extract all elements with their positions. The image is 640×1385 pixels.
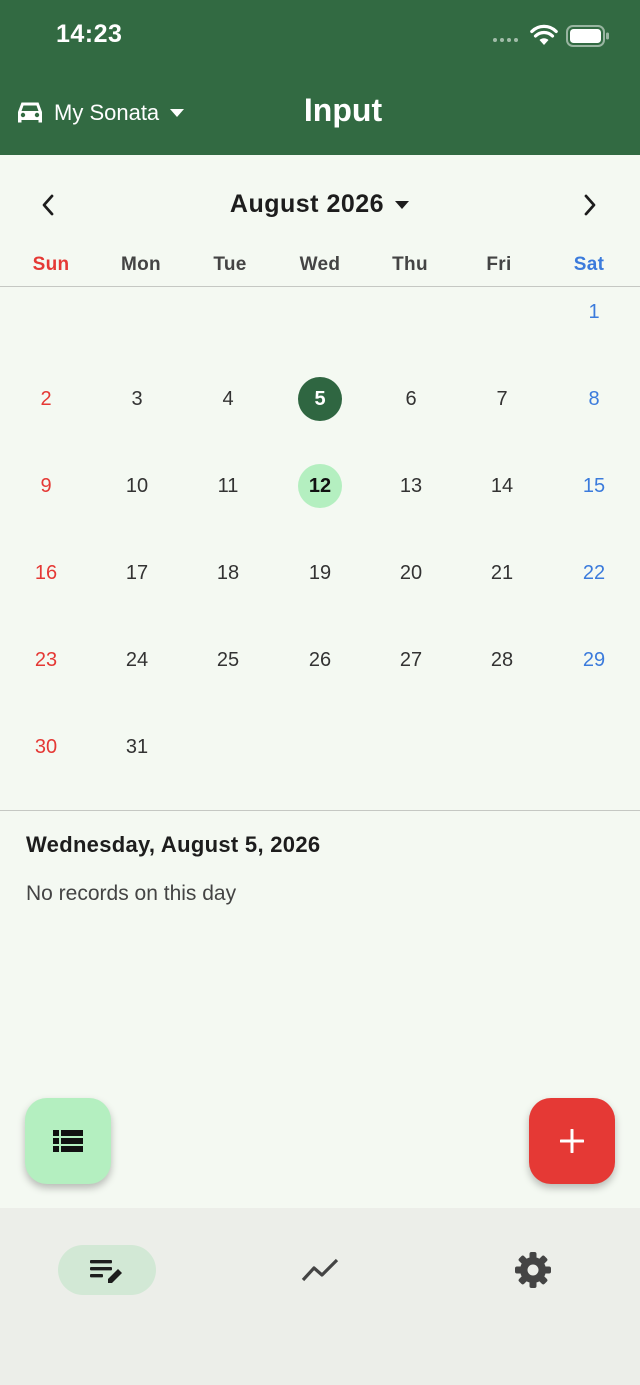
weekday-label: Fri [486, 254, 512, 275]
nav-input-tab[interactable] [58, 1245, 156, 1295]
calendar-day[interactable]: 2 [24, 377, 68, 421]
calendar-day[interactable]: 4 [206, 377, 250, 421]
month-label: August 2026 [229, 190, 385, 218]
calendar-day[interactable]: 12 [298, 464, 342, 508]
calendar-day[interactable]: 5 [298, 377, 342, 421]
status-time: 14:23 [56, 20, 123, 48]
weekday-label: Wed [299, 254, 341, 275]
calendar-day[interactable]: 9 [24, 464, 68, 508]
calendar-day[interactable]: 22 [572, 551, 616, 595]
calendar-grid: 1 2 3 4 5 6 7 8 9 10 11 12 13 14 15 16 17 18 19 20 21 22 23 24 2… [0, 287, 640, 809]
wifi-icon [530, 24, 558, 45]
chevron-right-icon [584, 194, 596, 216]
bottom-navigation [0, 1208, 640, 1385]
add-record-button[interactable] [529, 1098, 615, 1184]
weekday-label: Thu [392, 254, 428, 275]
weekday-label: Sun [32, 254, 70, 275]
calendar-day[interactable]: 18 [206, 551, 250, 595]
calendar-day[interactable]: 1 [572, 290, 616, 334]
plus-icon [560, 1129, 584, 1153]
empty-records-message: No records on this day [26, 882, 237, 905]
calendar-day[interactable]: 31 [115, 725, 159, 769]
calendar-day[interactable]: 23 [24, 638, 68, 682]
selected-date-heading: Wednesday, August 5, 2026 [26, 832, 321, 857]
calendar-day[interactable]: 8 [572, 377, 616, 421]
next-month-button[interactable] [570, 185, 610, 225]
divider [0, 810, 640, 811]
calendar-day[interactable]: 3 [115, 377, 159, 421]
calendar-day[interactable]: 26 [298, 638, 342, 682]
calendar-day[interactable]: 6 [389, 377, 433, 421]
nav-stats-tab[interactable] [271, 1245, 369, 1295]
signal-dots-icon [493, 38, 518, 42]
edit-note-icon [90, 1260, 122, 1283]
app-bar: 14:23 My Sonata Input [0, 0, 640, 155]
calendar-day[interactable]: 7 [480, 377, 524, 421]
battery-icon [566, 25, 609, 47]
calendar-day[interactable]: 27 [389, 638, 433, 682]
weekday-label: Mon [121, 254, 161, 275]
calendar-day[interactable]: 21 [480, 551, 524, 595]
calendar-day[interactable]: 15 [572, 464, 616, 508]
calendar-day[interactable]: 13 [389, 464, 433, 508]
weekday-label: Tue [213, 254, 247, 275]
records-list-button[interactable] [25, 1098, 111, 1184]
calendar-day[interactable]: 16 [24, 551, 68, 595]
calendar-day[interactable]: 17 [115, 551, 159, 595]
month-selector[interactable]: August 2026 [0, 190, 640, 219]
calendar-day[interactable]: 19 [298, 551, 342, 595]
calendar-day[interactable]: 24 [115, 638, 159, 682]
calendar-day[interactable]: 14 [480, 464, 524, 508]
calendar-day[interactable]: 20 [389, 551, 433, 595]
calendar-day[interactable]: 11 [206, 464, 250, 508]
calendar-day[interactable]: 28 [480, 638, 524, 682]
calendar-day[interactable]: 10 [115, 464, 159, 508]
dropdown-arrow-icon [395, 200, 410, 209]
gear-icon [515, 1252, 551, 1288]
page-title: Input [303, 92, 383, 128]
weekday-header: Sun Mon Tue Wed Thu Fri Sat [0, 254, 640, 282]
weekday-label: Sat [573, 254, 605, 275]
calendar-header: August 2026 [0, 180, 640, 230]
calendar-day[interactable]: 30 [24, 725, 68, 769]
calendar-day[interactable]: 29 [572, 638, 616, 682]
trending-line-icon [301, 1258, 339, 1282]
list-icon [53, 1130, 83, 1152]
calendar-day[interactable]: 25 [206, 638, 250, 682]
nav-settings-tab[interactable] [484, 1245, 582, 1295]
